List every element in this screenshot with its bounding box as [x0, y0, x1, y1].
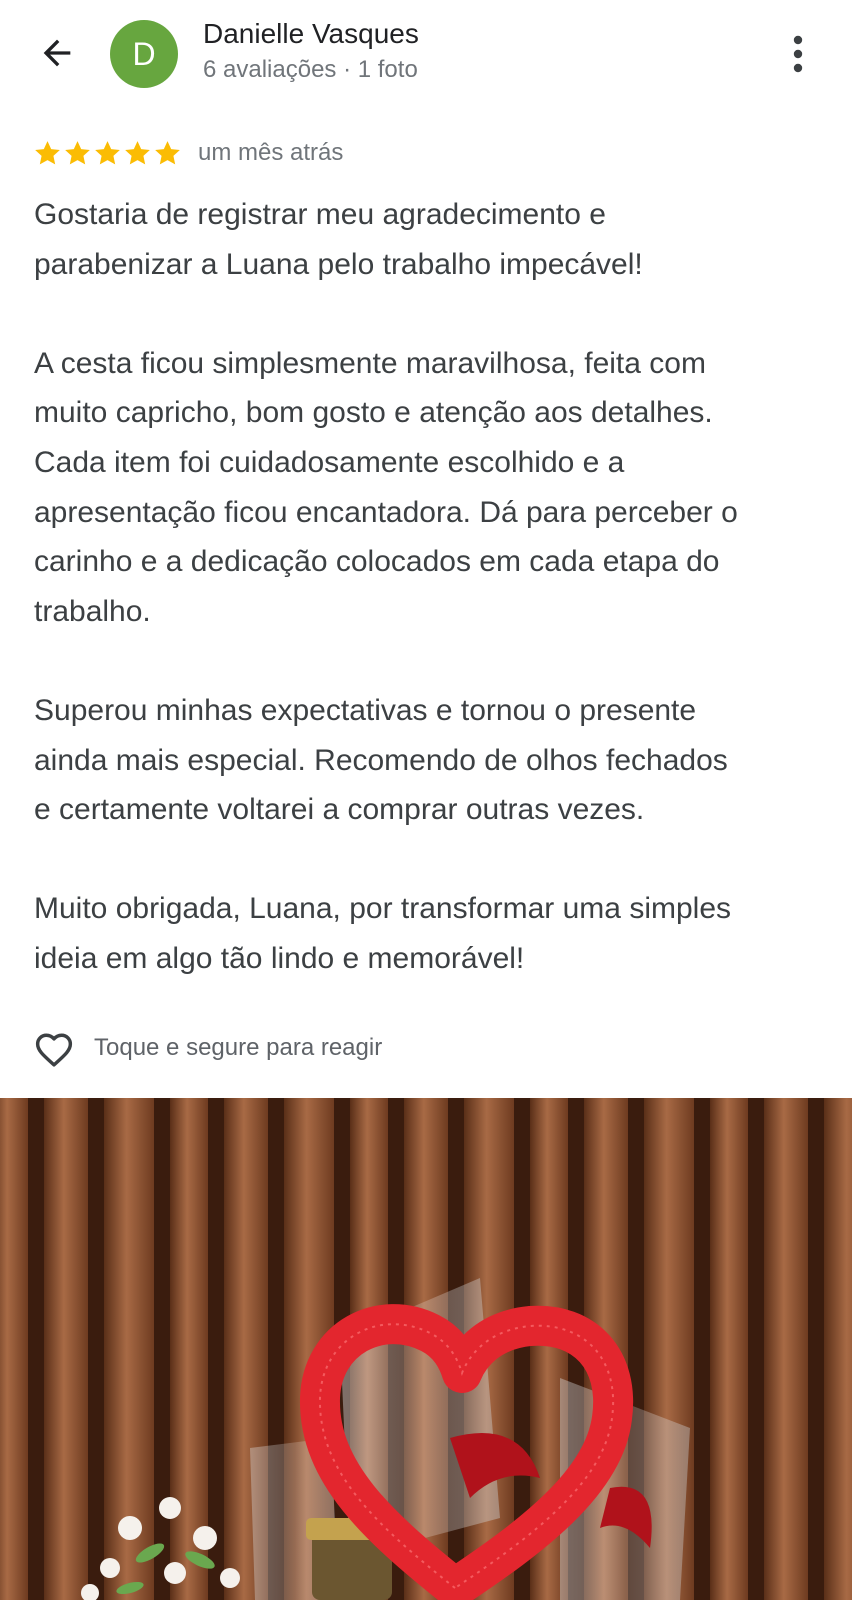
react-label: Toque e segure para reagir: [94, 1034, 383, 1061]
review-paragraph: Muito obrigada, Luana, por transformar u…: [34, 892, 732, 975]
wood-slat: [710, 1098, 748, 1600]
avatar[interactable]: D: [110, 20, 178, 88]
review-paragraph: Gostaria de registrar meu agradecimento …: [34, 198, 643, 281]
review-paragraph: Superou minhas expectativas e tornou o p…: [34, 693, 728, 827]
review-photo[interactable]: [0, 1098, 852, 1600]
back-button[interactable]: [34, 30, 80, 76]
wood-slat: [44, 1098, 88, 1600]
star-icon: [65, 140, 90, 164]
star-icon: [35, 140, 60, 164]
rating-row: um mês atrás: [33, 135, 343, 171]
more-vert-icon: [793, 35, 803, 73]
gift-basket-photo: [0, 1098, 852, 1600]
react-button[interactable]: Toque e segure para reagir: [32, 1026, 382, 1070]
reviewer-name[interactable]: Danielle Vasques: [203, 18, 419, 50]
avatar-letter: D: [132, 35, 156, 72]
review-detail-page: D Danielle Vasques 6 avaliações · 1 foto…: [0, 0, 852, 1600]
heart-outline-icon: [35, 1033, 73, 1067]
review-text: Gostaria de registrar meu agradecimento …: [34, 190, 834, 984]
review-paragraph: A cesta ficou simplesmente maravilhosa, …: [34, 346, 738, 628]
star-icon: [125, 140, 150, 164]
star-icon: [155, 140, 180, 164]
more-options-button[interactable]: [776, 30, 820, 78]
wood-slat: [170, 1098, 208, 1600]
reviewer-header: D Danielle Vasques 6 avaliações · 1 foto: [0, 0, 852, 110]
star-rating: [33, 139, 182, 168]
reviewer-meta: 6 avaliações · 1 foto: [203, 56, 418, 83]
review-date: um mês atrás: [198, 139, 344, 166]
wood-slat: [0, 1098, 28, 1600]
wood-slat: [824, 1098, 852, 1600]
star-icon: [95, 140, 120, 164]
wood-slat: [764, 1098, 808, 1600]
arrow-back-icon: [43, 39, 71, 67]
